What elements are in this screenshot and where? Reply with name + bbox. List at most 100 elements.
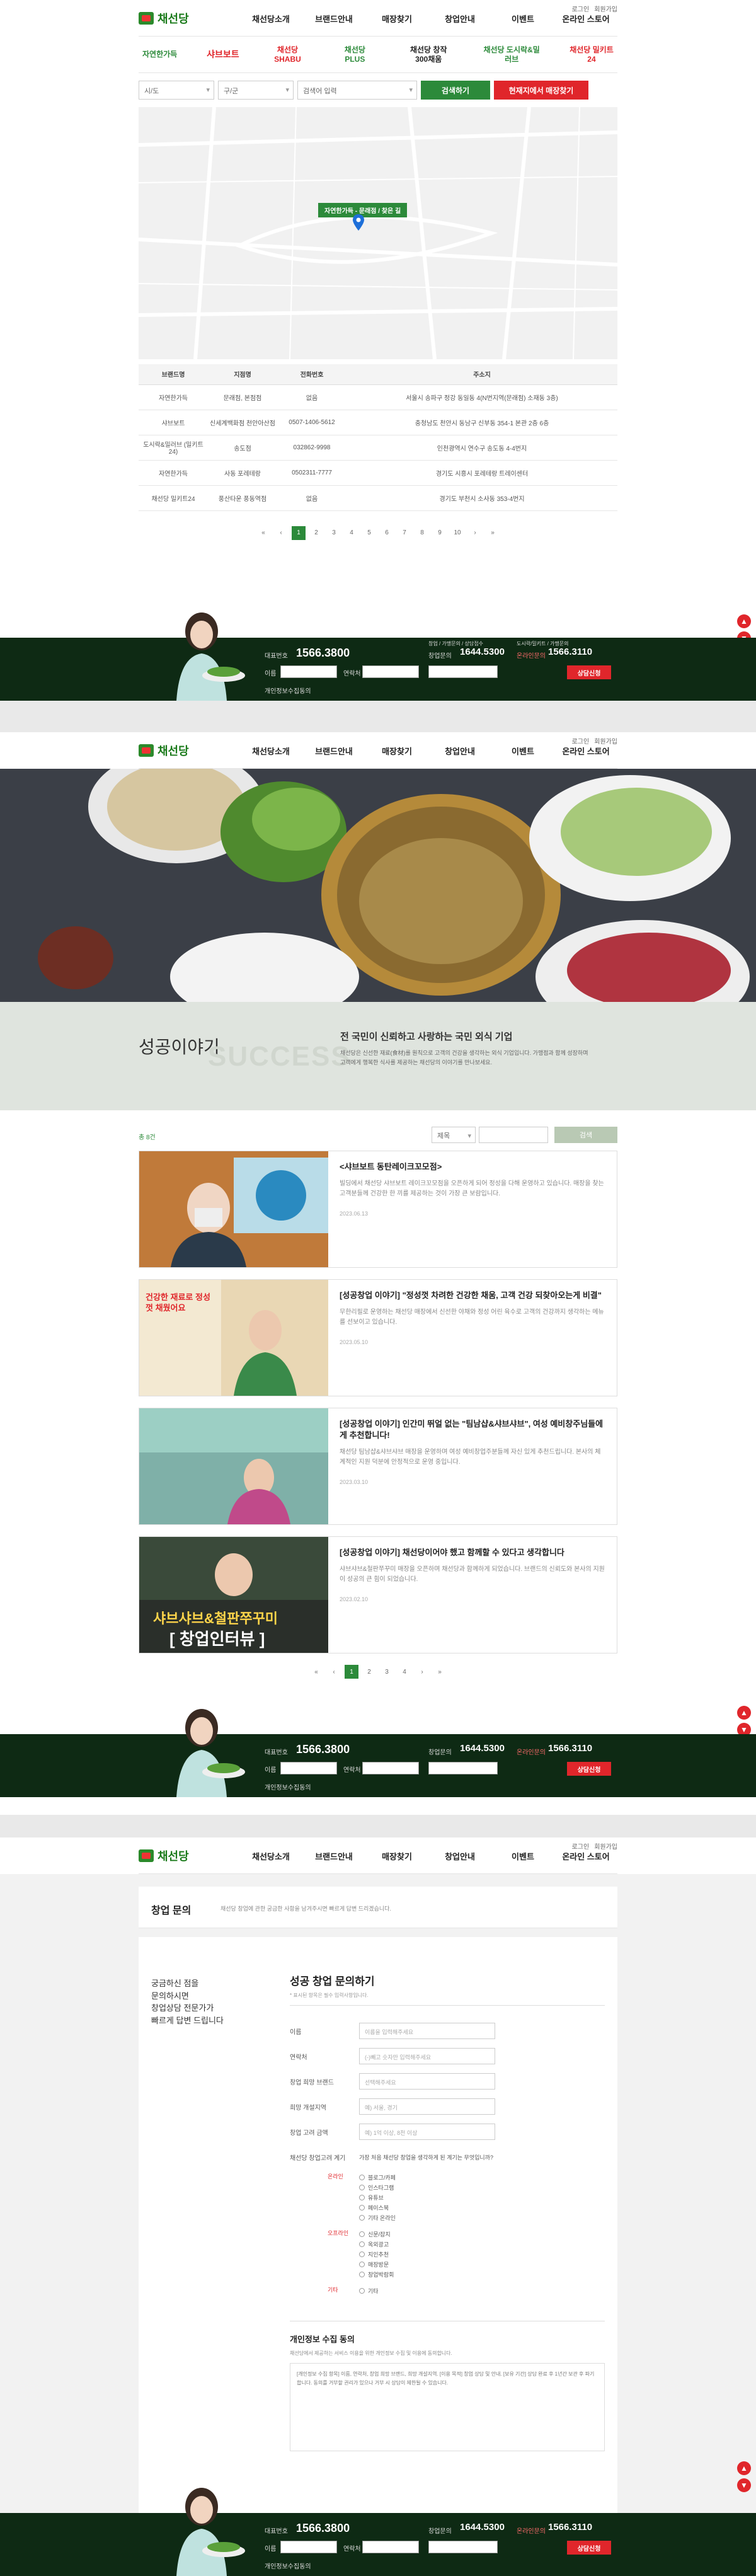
footer-select[interactable]	[428, 1762, 498, 1774]
agree-checkbox[interactable]: 개인정보수집동의	[265, 686, 311, 695]
radio-option[interactable]: 페이스북	[359, 2202, 396, 2212]
logo[interactable]: 채선당	[139, 10, 189, 26]
join-link[interactable]: 회원가입	[594, 736, 617, 745]
nav-store[interactable]: 매장찾기	[365, 745, 428, 757]
radio-option[interactable]: 신문/잡지	[359, 2229, 394, 2239]
login-link[interactable]: 로그인	[572, 736, 590, 745]
nav-brand[interactable]: 브랜드안내	[302, 1850, 365, 1862]
story-item[interactable]: 샤브샤브&철판쭈꾸미 [ 창업인터뷰 ] [성공창업 이야기] 채선당이어야 했…	[139, 1536, 617, 1653]
brand-tab-plus[interactable]: 채선당 PLUS	[336, 45, 374, 64]
scroll-top-button[interactable]: ▲	[737, 614, 751, 628]
footer-submit-button[interactable]: 상담신청	[567, 2541, 611, 2555]
logo[interactable]: 채선당	[139, 1848, 189, 1864]
table-row[interactable]: 도시락&밀러브 (밀키트24) 송도점 032862-9998 인천광역시 연수구 송…	[139, 435, 617, 461]
agree-checkbox[interactable]: 개인정보수집동의	[265, 2561, 311, 2570]
page-1[interactable]: 1	[292, 526, 306, 540]
radio-option[interactable]: 유튜브	[359, 2192, 396, 2202]
page-next[interactable]: ›	[415, 1665, 429, 1679]
region-field[interactable]: 예) 서울, 경기	[359, 2098, 495, 2115]
page-4[interactable]: 4	[345, 526, 358, 540]
radio-option[interactable]: 기타	[359, 2286, 379, 2296]
page-prev[interactable]: ‹	[327, 1665, 341, 1679]
page-first[interactable]: «	[256, 526, 270, 540]
page-3[interactable]: 3	[327, 526, 341, 540]
page-5[interactable]: 5	[362, 526, 376, 540]
list-search-button[interactable]: 검색	[554, 1127, 617, 1143]
logo[interactable]: 채선당	[139, 742, 189, 759]
page-first[interactable]: «	[309, 1665, 323, 1679]
current-location-button[interactable]: 현재지에서 매장찾기	[494, 81, 588, 100]
store-map[interactable]: 자연한가득 - 문래점 / 찾은 길	[139, 107, 617, 359]
page-8[interactable]: 8	[415, 526, 429, 540]
brand-tab-shabuboat[interactable]: 샤브보트	[207, 49, 239, 60]
footer-tel-input[interactable]	[362, 665, 419, 678]
scroll-down-button[interactable]: ▼	[737, 2478, 751, 2492]
phone-field[interactable]: (-)빼고 숫자만 입력해주세요	[359, 2048, 495, 2064]
story-item[interactable]: [성공창업 이야기] 인간미 뛰얼 없는 "팀남샵&샤브샤브", 여성 예비창주…	[139, 1408, 617, 1525]
login-link[interactable]: 로그인	[572, 1841, 590, 1851]
table-row[interactable]: 채선당 밀키트24 풍산타운 풍동역점 없음 경기도 부천시 소사동 353-4번지	[139, 485, 617, 511]
budget-field[interactable]: 예) 1억 이상, 8천 이상	[359, 2124, 495, 2140]
page-4[interactable]: 4	[398, 1665, 411, 1679]
nav-event[interactable]: 이벤트	[491, 745, 554, 757]
story-item[interactable]: 건강한 재료로 정성껏 채웠어요 [성공창업 이야기] "정성껏 차려한 건강한…	[139, 1279, 617, 1396]
nav-store-online[interactable]: 온라인 스토어	[554, 13, 617, 25]
nav-intro[interactable]: 채선당소개	[239, 1850, 302, 1862]
page-6[interactable]: 6	[380, 526, 394, 540]
filter-select[interactable]: 제목	[432, 1127, 476, 1143]
radio-option[interactable]: 매장방문	[359, 2259, 394, 2269]
brand-tab-jayeon[interactable]: 자연한가득	[142, 50, 177, 59]
brand-select[interactable]: 선택해주세요	[359, 2073, 495, 2090]
search-button[interactable]: 검색하기	[421, 81, 490, 100]
table-row[interactable]: 자연한가득 문래점, 본점점 없음 서울시 송파구 정강 동일동 4(N번지역(문래점…	[139, 384, 617, 410]
page-prev[interactable]: ‹	[274, 526, 288, 540]
nav-store-online[interactable]: 온라인 스토어	[554, 745, 617, 757]
join-link[interactable]: 회원가입	[594, 1841, 617, 1851]
nav-startup[interactable]: 창업안내	[428, 745, 491, 757]
page-1[interactable]: 1	[345, 1665, 358, 1679]
brand-tab-shabu[interactable]: 채선당 SHABU	[268, 45, 306, 64]
nav-intro[interactable]: 채선당소개	[239, 13, 302, 25]
nav-brand[interactable]: 브랜드안내	[302, 13, 365, 25]
table-row[interactable]: 샤브보트 신세계백화점 천안아산점 0507-1406-5612 충청남도 천안시 동…	[139, 410, 617, 435]
page-2[interactable]: 2	[309, 526, 323, 540]
nav-startup[interactable]: 창업안내	[428, 13, 491, 25]
page-7[interactable]: 7	[398, 526, 411, 540]
scroll-top-button[interactable]: ▲	[737, 2461, 751, 2475]
brand-tab-300[interactable]: 채선당 창작 300채움	[403, 45, 454, 64]
nav-store[interactable]: 매장찾기	[365, 1850, 428, 1862]
radio-option[interactable]: 인스타그램	[359, 2182, 396, 2192]
page-9[interactable]: 9	[433, 526, 447, 540]
brand-tab-mealkit[interactable]: 채선당 밀키트 24	[570, 45, 614, 64]
footer-name-input[interactable]	[280, 2541, 337, 2553]
radio-option[interactable]: 기타 온라인	[359, 2212, 396, 2222]
footer-tel-input[interactable]	[362, 1762, 419, 1774]
footer-select[interactable]	[428, 2541, 498, 2553]
nav-event[interactable]: 이벤트	[491, 13, 554, 25]
nav-startup[interactable]: 창업안내	[428, 1850, 491, 1862]
name-field[interactable]: 이름을 입력해주세요	[359, 2023, 495, 2039]
page-3[interactable]: 3	[380, 1665, 394, 1679]
footer-tel-input[interactable]	[362, 2541, 419, 2553]
nav-store-online[interactable]: 온라인 스토어	[554, 1850, 617, 1862]
keyword-input[interactable]: 검색어 입력	[297, 81, 417, 100]
story-item[interactable]: <샤브보트 동탄레이크꼬모점> 빌딩에서 채선당 샤브보트 레이크꼬모점을 오픈하…	[139, 1151, 617, 1268]
radio-option[interactable]: 블로그/카페	[359, 2172, 396, 2182]
footer-select[interactable]	[428, 665, 498, 678]
join-link[interactable]: 회원가입	[594, 4, 617, 13]
nav-brand[interactable]: 브랜드안내	[302, 745, 365, 757]
page-10[interactable]: 10	[450, 526, 464, 540]
footer-name-input[interactable]	[280, 665, 337, 678]
page-2[interactable]: 2	[362, 1665, 376, 1679]
list-search-input[interactable]	[479, 1127, 548, 1143]
radio-option[interactable]: 지인추천	[359, 2249, 394, 2259]
page-next[interactable]: ›	[468, 526, 482, 540]
brand-tab-dosirak[interactable]: 채선당 도시락&밀러브	[483, 45, 540, 64]
footer-submit-button[interactable]: 상담신청	[567, 1762, 611, 1776]
radio-option[interactable]: 창업박람회	[359, 2269, 394, 2279]
nav-intro[interactable]: 채선당소개	[239, 745, 302, 757]
login-link[interactable]: 로그인	[572, 4, 590, 13]
footer-name-input[interactable]	[280, 1762, 337, 1774]
agree-checkbox[interactable]: 개인정보수집동의	[265, 1782, 311, 1791]
table-row[interactable]: 자연한가득 사동 포레테랑 0502311-7777 경기도 시흥시 포레테랑 트레이…	[139, 460, 617, 486]
